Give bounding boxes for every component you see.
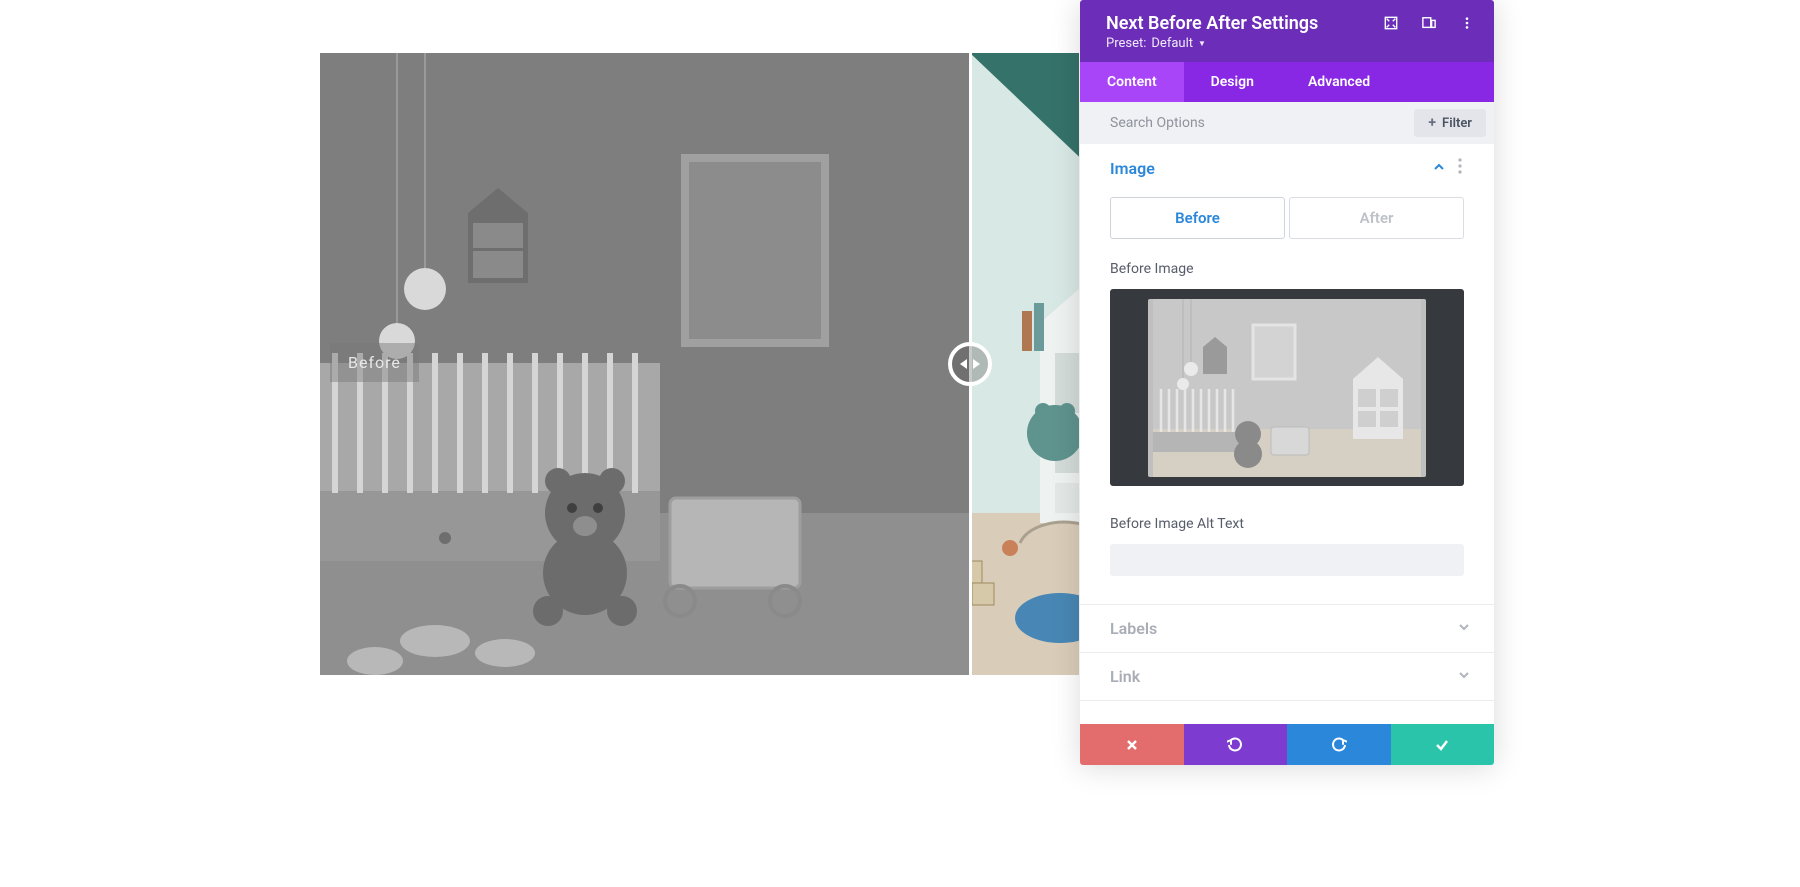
preset-selector[interactable]: Preset: Default ▼ bbox=[1106, 36, 1318, 51]
toggle-after[interactable]: After bbox=[1289, 197, 1464, 239]
filter-label: Filter bbox=[1442, 116, 1472, 131]
alt-text-label: Before Image Alt Text bbox=[1110, 516, 1464, 532]
tab-bar: Content Design Advanced bbox=[1080, 62, 1494, 102]
before-image-label: Before Image bbox=[1110, 261, 1464, 277]
more-icon[interactable] bbox=[1460, 16, 1474, 34]
search-input[interactable] bbox=[1110, 115, 1404, 131]
chevron-down-icon bbox=[1458, 621, 1470, 637]
before-image-thumbnail bbox=[1148, 299, 1426, 477]
arrow-left-icon bbox=[960, 359, 967, 369]
save-button[interactable] bbox=[1391, 724, 1495, 765]
before-label-badge: Before bbox=[330, 343, 419, 382]
undo-icon bbox=[1227, 737, 1243, 753]
preview-before-pane: Before bbox=[320, 53, 970, 675]
before-image-picker[interactable] bbox=[1110, 289, 1464, 486]
chevron-up-icon bbox=[1433, 161, 1445, 177]
section-labels-title: Labels bbox=[1110, 619, 1157, 638]
preset-value: Default bbox=[1151, 36, 1193, 51]
cancel-button[interactable] bbox=[1080, 724, 1184, 765]
tab-content[interactable]: Content bbox=[1080, 62, 1184, 102]
redo-button[interactable] bbox=[1287, 724, 1391, 765]
section-labels-head[interactable]: Labels bbox=[1080, 604, 1494, 652]
tab-design[interactable]: Design bbox=[1184, 62, 1281, 102]
tab-advanced[interactable]: Advanced bbox=[1281, 62, 1494, 102]
section-image-title: Image bbox=[1110, 159, 1155, 178]
settings-panel: Next Before After Settings Preset: Defau… bbox=[1080, 0, 1494, 765]
caret-down-icon: ▼ bbox=[1198, 39, 1206, 48]
section-image-body: Before After Before Image bbox=[1080, 193, 1494, 604]
toggle-before[interactable]: Before bbox=[1110, 197, 1285, 239]
plus-icon: + bbox=[1428, 115, 1436, 131]
preset-label: Preset: bbox=[1106, 36, 1146, 51]
devices-icon[interactable] bbox=[1422, 16, 1436, 34]
before-after-toggle: Before After bbox=[1110, 197, 1464, 239]
alt-text-input[interactable] bbox=[1110, 544, 1464, 576]
arrow-right-icon bbox=[973, 359, 980, 369]
panel-header: Next Before After Settings Preset: Defau… bbox=[1080, 0, 1494, 62]
options-body: Image Before After Before Image bbox=[1080, 144, 1494, 724]
close-icon bbox=[1125, 738, 1139, 752]
search-row: + Filter bbox=[1080, 102, 1494, 144]
section-more-icon[interactable] bbox=[1458, 158, 1470, 179]
redo-icon bbox=[1331, 737, 1347, 753]
expand-icon[interactable] bbox=[1384, 16, 1398, 34]
undo-button[interactable] bbox=[1184, 724, 1288, 765]
before-after-preview: Before bbox=[320, 53, 1079, 675]
actions-bar bbox=[1080, 724, 1494, 765]
section-image-head[interactable]: Image bbox=[1080, 144, 1494, 193]
chevron-down-icon bbox=[1458, 669, 1470, 685]
slider-handle[interactable] bbox=[948, 342, 992, 386]
filter-button[interactable]: + Filter bbox=[1414, 109, 1486, 137]
check-icon bbox=[1434, 737, 1450, 753]
panel-title: Next Before After Settings bbox=[1106, 13, 1318, 34]
section-link-title: Link bbox=[1110, 667, 1140, 686]
section-link-head[interactable]: Link bbox=[1080, 652, 1494, 701]
